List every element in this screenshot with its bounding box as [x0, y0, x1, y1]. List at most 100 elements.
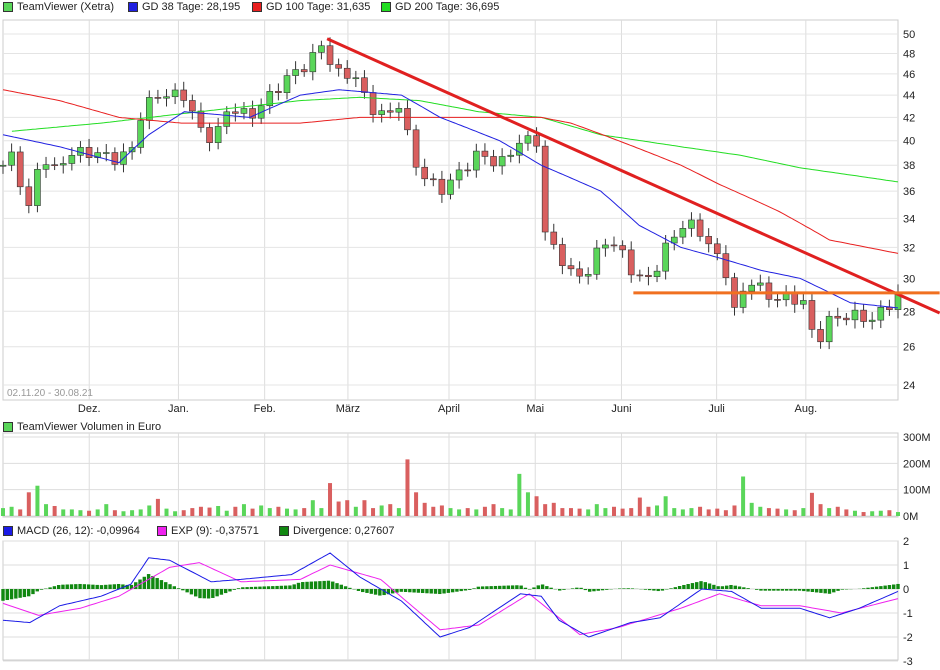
candle-body [619, 245, 626, 251]
divergence-bar [446, 589, 451, 593]
volume-bar [405, 459, 410, 516]
candle-body [51, 164, 58, 166]
volume-bar [680, 509, 685, 516]
volume-bar [190, 508, 195, 516]
divergence-bar [223, 589, 228, 594]
divergence-bar [767, 589, 772, 591]
divergence-bar [789, 589, 793, 591]
divergence-bar [181, 589, 185, 591]
month-label: März [336, 403, 360, 415]
month-label: Jan. [168, 403, 189, 415]
divergence-bar [528, 589, 532, 590]
volume-bar [353, 506, 358, 516]
divergence-bar [1, 589, 5, 601]
price-tick-label: 36 [903, 186, 915, 198]
candle-body [808, 300, 816, 330]
volume-bar [758, 506, 763, 516]
divergence-bar [403, 589, 408, 593]
volume-bar [362, 500, 367, 516]
volume-bar [276, 506, 281, 516]
chart-page: Dez. Jan. Feb. März April Mai Juni Juli Aug. 24 26… [0, 0, 940, 670]
divergence-bar [95, 584, 99, 589]
macd-tick-label: -3 [903, 656, 913, 668]
candle-body [722, 253, 730, 278]
divergence-bar [91, 584, 95, 589]
divergence-bar [361, 589, 365, 593]
volume-bar [414, 492, 419, 516]
divergence-bar [660, 589, 665, 591]
divergence-bar [827, 589, 832, 594]
candle-body [352, 77, 360, 80]
divergence-bar [647, 589, 652, 591]
divergence-bar [438, 589, 442, 595]
divergence-bar [283, 585, 288, 589]
volume-bar [78, 510, 83, 516]
divergence-bar [86, 584, 91, 589]
divergence-bar [506, 585, 511, 589]
volume-bar [465, 508, 470, 516]
volume-bar [568, 508, 573, 516]
volume-bar [87, 510, 92, 516]
divergence-bar [249, 586, 254, 589]
volume-bar [52, 505, 57, 516]
divergence-bar [206, 589, 211, 599]
volume-bar [878, 510, 883, 516]
candle-body [817, 329, 824, 343]
candle-body [559, 244, 566, 266]
divergence-bar [159, 580, 164, 589]
volume-bar [861, 512, 866, 516]
volume-bar [224, 510, 229, 516]
volume-bar [371, 508, 376, 516]
candle-body [309, 52, 317, 73]
volume-bar [896, 512, 900, 516]
volume-bar [26, 492, 31, 516]
divergence-bar [211, 589, 215, 598]
volume-bar [207, 507, 212, 516]
legend-label: GD 200 Tage: 36,695 [395, 1, 500, 13]
volume-bar [250, 508, 255, 516]
volume-bar [95, 509, 100, 516]
divergence-bar [806, 589, 810, 592]
legend-exp: EXP (9): -0,37571 [157, 525, 259, 537]
gd100-line [2, 89, 899, 254]
candle-body [541, 145, 549, 233]
legend-gd38: GD 38 Tage: 28,195 [128, 1, 240, 13]
candle-body [0, 164, 7, 167]
price-tick-label: 24 [903, 380, 915, 392]
divergence-bar [819, 589, 823, 593]
divergence-bar [108, 584, 112, 589]
divergence-bar [703, 582, 707, 589]
divergence-bar [450, 589, 455, 593]
divergence-bar [519, 585, 523, 589]
divergence-bar [241, 587, 245, 589]
divergence-bar [716, 586, 720, 589]
candle-body [464, 169, 472, 172]
volume-bar [517, 473, 522, 516]
volume-tick-label: 0M [903, 511, 918, 523]
volume-bar [887, 510, 892, 516]
candle-body [593, 247, 601, 275]
candle-body [507, 154, 515, 157]
candle-body [524, 135, 532, 144]
volume-bar [431, 506, 436, 516]
volume-bar [715, 508, 720, 516]
divergence-bar [318, 581, 322, 589]
divergence-bar [455, 589, 459, 592]
divergence-bar [733, 585, 737, 589]
divergence-bar [673, 587, 678, 589]
candle-body [137, 120, 144, 148]
legend-gd100: GD 100 Tage: 31,635 [252, 1, 370, 13]
candle-body [481, 150, 489, 157]
candle-body [68, 155, 76, 164]
divergence-bar [866, 587, 870, 589]
candle-body [602, 244, 609, 249]
legend-label: TeamViewer (Xetra) [17, 1, 114, 13]
divergence-bar [557, 589, 562, 591]
legend-gd200: GD 200 Tage: 36,695 [381, 1, 499, 13]
candle-body [636, 274, 644, 277]
candle-body [576, 268, 583, 277]
candle-body [335, 64, 342, 69]
divergence-bar [442, 589, 446, 594]
divergence-bar [759, 589, 763, 591]
divergence-bar [365, 589, 369, 593]
